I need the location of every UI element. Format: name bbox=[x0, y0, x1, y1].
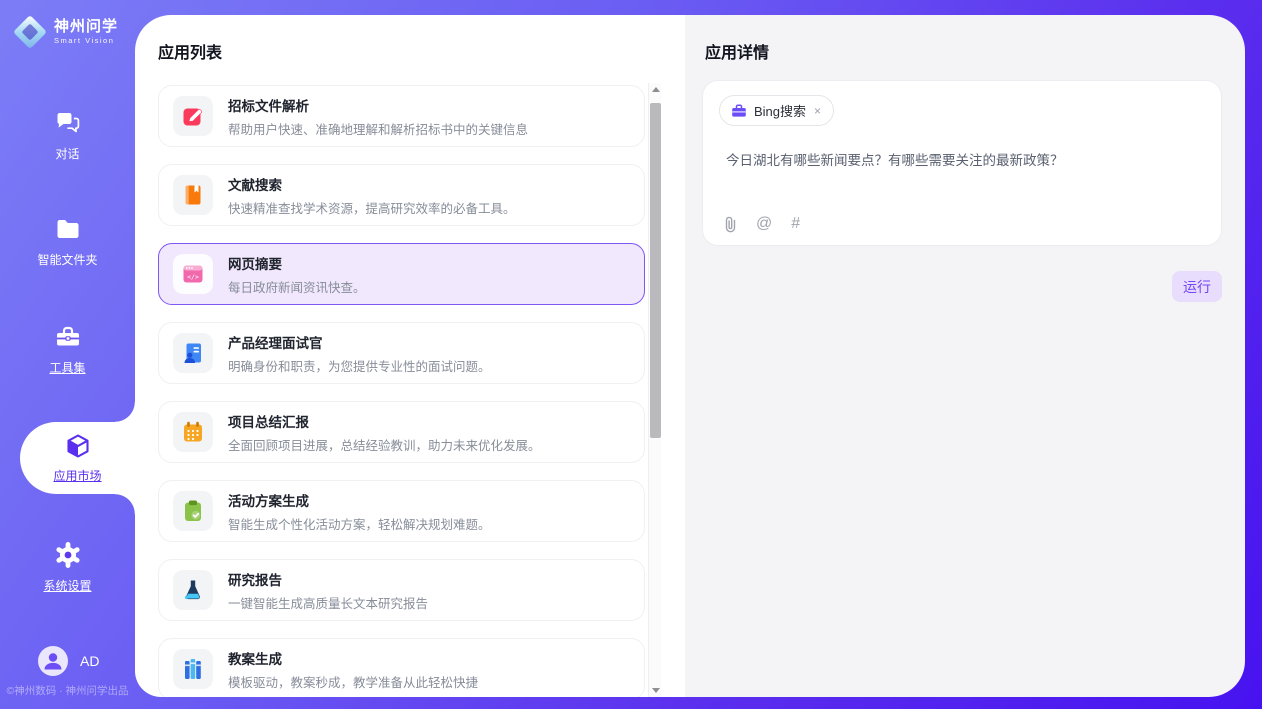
sidebar-item-3[interactable]: 应用市场 bbox=[20, 422, 135, 494]
app-card-title: 招标文件解析 bbox=[228, 95, 528, 115]
brand-logo: 神州问学 Smart Vision bbox=[14, 16, 118, 48]
app-window: 神州问学 Smart Vision 对话 智能文件夹 工具集 应用市场 系统设置… bbox=[0, 0, 1270, 714]
sidebar-item-0[interactable]: 对话 bbox=[0, 108, 135, 162]
brand-name: 神州问学 bbox=[54, 19, 118, 35]
app-card-title: 活动方案生成 bbox=[228, 490, 491, 510]
folder-icon bbox=[53, 214, 83, 244]
attachment-icon[interactable] bbox=[724, 216, 737, 233]
app-card-4[interactable]: 项目总结汇报 全面回顾项目进展，总结经验教训，助力未来优化发展。 bbox=[158, 401, 645, 463]
run-button[interactable]: 运行 bbox=[1172, 271, 1222, 302]
app-card-description: 模板驱动，教案秒成，教学准备从此轻松快捷 bbox=[228, 672, 478, 691]
sidebar-footer: ©神州数码 · 神州问学出品 bbox=[0, 683, 135, 698]
avatar[interactable] bbox=[38, 646, 68, 676]
app-card-description: 帮助用户快速、准确地理解和解析招标书中的关键信息 bbox=[228, 119, 528, 138]
hash-icon[interactable]: # bbox=[791, 215, 800, 233]
app-card-5[interactable]: 活动方案生成 智能生成个性化活动方案，轻松解决规划难题。 bbox=[158, 480, 645, 542]
app-card-description: 明确身份和职责，为您提供专业性的面试问题。 bbox=[228, 356, 491, 375]
app-list-panel: 应用列表 招标文件解析 帮助用户快速、准确地理解和解析招标书中的关键信息 文献搜… bbox=[135, 15, 685, 697]
app-card-1[interactable]: 文献搜索 快速精准查找学术资源，提高研究效率的必备工具。 bbox=[158, 164, 645, 226]
mention-icon[interactable]: @ bbox=[756, 215, 772, 233]
app-card-title: 产品经理面试官 bbox=[228, 332, 491, 352]
report-icon bbox=[173, 570, 213, 610]
tool-chip-label: Bing搜索 bbox=[754, 101, 806, 120]
app-card-0[interactable]: 招标文件解析 帮助用户快速、准确地理解和解析招标书中的关键信息 bbox=[158, 85, 645, 147]
svg-text:</>: </> bbox=[187, 273, 199, 281]
scrollbar-down-icon[interactable] bbox=[649, 684, 662, 697]
app-card-title: 项目总结汇报 bbox=[228, 411, 541, 431]
books-icon bbox=[173, 649, 213, 689]
sidebar-item-label: 智能文件夹 bbox=[37, 251, 97, 268]
brand-subtitle: Smart Vision bbox=[54, 37, 118, 45]
app-card-7[interactable]: 教案生成 模板驱动，教案秒成，教学准备从此轻松快捷 bbox=[158, 638, 645, 697]
app-card-title: 研究报告 bbox=[228, 569, 428, 589]
sidebar-item-1[interactable]: 智能文件夹 bbox=[0, 214, 135, 268]
app-card-description: 快速精准查找学术资源，提高研究效率的必备工具。 bbox=[228, 198, 516, 217]
app-card-2[interactable]: </> 网页摘要 每日政府新闻资讯快查。 bbox=[158, 243, 645, 305]
interview-icon bbox=[173, 333, 213, 373]
scrollbar-thumb[interactable] bbox=[650, 103, 661, 438]
page-edge-bottom bbox=[0, 709, 1270, 714]
sidebar: 神州问学 Smart Vision 对话 智能文件夹 工具集 应用市场 系统设置… bbox=[0, 0, 135, 709]
gear-icon bbox=[53, 540, 83, 570]
user-icon bbox=[38, 646, 68, 676]
clipboard-check-icon bbox=[173, 491, 213, 531]
toolbox-icon bbox=[53, 322, 83, 352]
app-card-description: 一键智能生成高质量长文本研究报告 bbox=[228, 593, 428, 612]
sidebar-item-4[interactable]: 系统设置 bbox=[0, 540, 135, 594]
sidebar-item-2[interactable]: 工具集 bbox=[0, 322, 135, 376]
app-card-description: 每日政府新闻资讯快查。 bbox=[228, 277, 366, 296]
book-icon bbox=[173, 175, 213, 215]
brand-logo-icon bbox=[14, 16, 46, 48]
user-initials: AD bbox=[80, 653, 99, 669]
sidebar-item-label: 应用市场 bbox=[53, 467, 101, 484]
input-toolbar: @ # bbox=[724, 215, 800, 233]
tool-chip-bing-search[interactable]: Bing搜索 × bbox=[719, 95, 834, 126]
app-card-list: 招标文件解析 帮助用户快速、准确地理解和解析招标书中的关键信息 文献搜索 快速精… bbox=[158, 85, 645, 697]
sidebar-item-label: 系统设置 bbox=[43, 577, 91, 594]
app-card-title: 教案生成 bbox=[228, 648, 478, 668]
pen-square-icon bbox=[173, 96, 213, 136]
app-list-title: 应用列表 bbox=[158, 39, 222, 63]
user-row[interactable]: AD bbox=[38, 646, 99, 676]
app-card-description: 智能生成个性化活动方案，轻松解决规划难题。 bbox=[228, 514, 491, 533]
page-edge-right bbox=[1262, 0, 1270, 714]
calendar-icon bbox=[173, 412, 213, 452]
cube-icon bbox=[63, 432, 93, 462]
scrollbar-up-icon[interactable] bbox=[649, 83, 662, 96]
prompt-card: Bing搜索 × 今日湖北有哪些新闻要点？有哪些需要关注的最新政策？ @ # bbox=[702, 80, 1222, 246]
browser-code-icon: </> bbox=[173, 254, 213, 294]
scrollbar[interactable] bbox=[648, 83, 661, 697]
briefcase-icon bbox=[731, 103, 747, 119]
query-input[interactable]: 今日湖北有哪些新闻要点？有哪些需要关注的最新政策？ bbox=[726, 151, 1196, 171]
sidebar-item-label: 对话 bbox=[55, 145, 79, 162]
app-detail-panel: 应用详情 Bing搜索 × 今日湖北有哪些新闻要点？有哪些需要关注的最新政策？ bbox=[685, 15, 1245, 697]
app-card-title: 文献搜索 bbox=[228, 174, 516, 194]
chat-icon bbox=[53, 108, 83, 138]
app-detail-title: 应用详情 bbox=[705, 39, 769, 63]
app-card-6[interactable]: 研究报告 一键智能生成高质量长文本研究报告 bbox=[158, 559, 645, 621]
app-card-3[interactable]: 产品经理面试官 明确身份和职责，为您提供专业性的面试问题。 bbox=[158, 322, 645, 384]
app-card-description: 全面回顾项目进展，总结经验教训，助力未来优化发展。 bbox=[228, 435, 541, 454]
sidebar-item-label: 工具集 bbox=[49, 359, 85, 376]
chip-close-icon[interactable]: × bbox=[813, 104, 822, 118]
app-card-title: 网页摘要 bbox=[228, 253, 366, 273]
